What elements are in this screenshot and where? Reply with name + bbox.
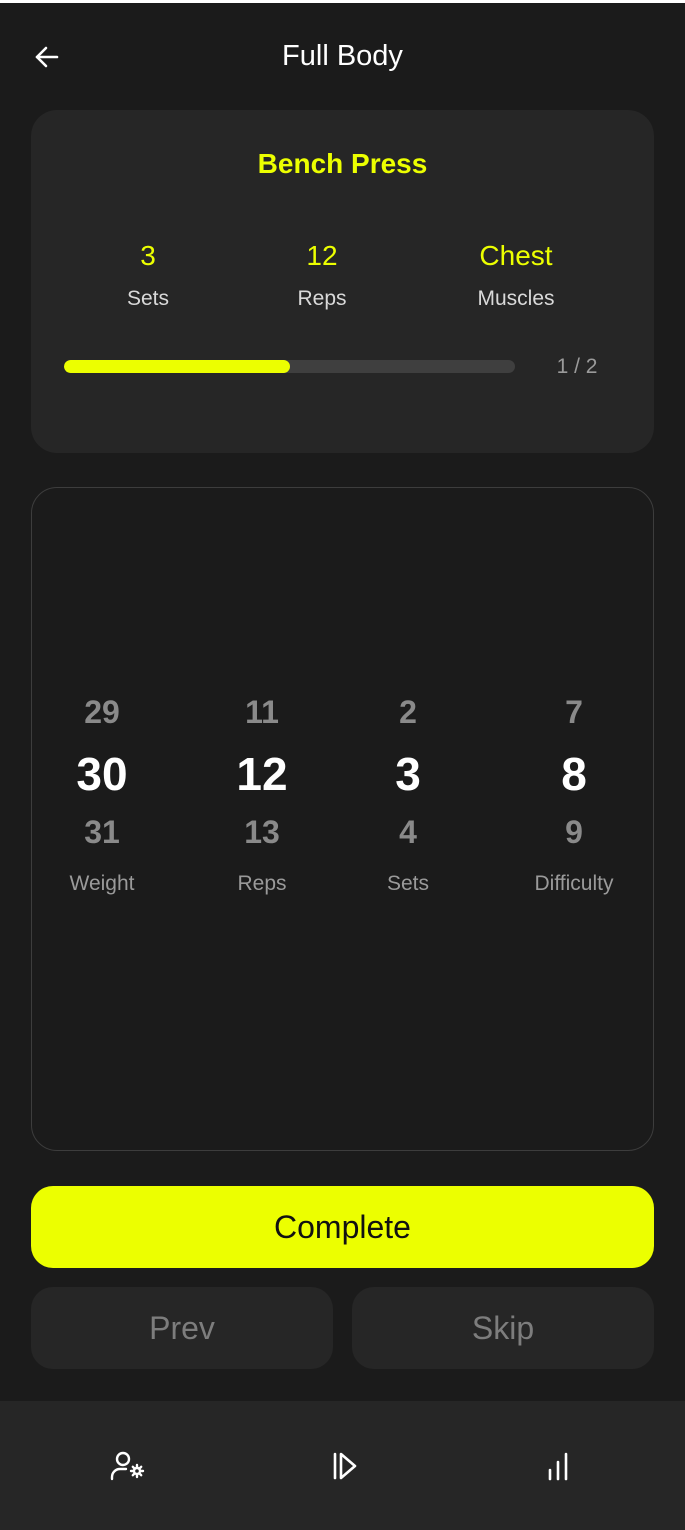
picker-wheel-sets[interactable]: 2 3 4 Sets: [328, 690, 488, 896]
wheel-label: Reps: [237, 872, 287, 895]
stat-label: Sets: [126, 287, 170, 310]
app-root: Full Body Bench Press 3 Sets 12 Reps Che…: [0, 0, 685, 1530]
bottom-nav: [0, 1401, 685, 1530]
wheel-next-value[interactable]: 4: [328, 810, 488, 854]
nav-workout-play[interactable]: [318, 1441, 368, 1491]
nav-stats[interactable]: [533, 1441, 583, 1491]
bar-chart-icon: [538, 1446, 578, 1486]
stat-value: Chest: [479, 240, 553, 271]
stat-sets: 3 Sets: [58, 238, 238, 312]
complete-button[interactable]: Complete: [31, 1186, 654, 1268]
picker-wheel-weight[interactable]: 29 30 31 Weight: [22, 690, 182, 896]
header: Full Body: [0, 0, 685, 115]
wheel-label: Difficulty: [534, 872, 614, 895]
play-skip-icon: [323, 1446, 363, 1486]
picker-wheel-difficulty[interactable]: 7 8 9 Difficulty: [494, 690, 654, 896]
skip-button[interactable]: Skip: [352, 1287, 654, 1369]
wheel-label: Sets: [386, 872, 430, 895]
wheel-current-value[interactable]: 3: [328, 734, 488, 814]
stat-label: Muscles: [477, 287, 555, 310]
stat-value: 12: [306, 240, 338, 271]
wheel-prev-value[interactable]: 7: [494, 690, 654, 734]
wheel-prev-value[interactable]: 29: [22, 690, 182, 734]
wheel-prev-value[interactable]: 11: [182, 690, 342, 734]
wheel-label: Weight: [69, 872, 135, 895]
picker-wheel-reps[interactable]: 11 12 13 Reps: [182, 690, 342, 896]
page-title: Full Body: [282, 40, 403, 72]
wheel-current-value[interactable]: 8: [494, 734, 654, 814]
progress-fill: [64, 360, 290, 373]
wheel-prev-value[interactable]: 2: [328, 690, 488, 734]
progress-text: 1 / 2: [556, 355, 598, 378]
stat-value: 3: [140, 240, 156, 271]
user-settings-icon: [107, 1446, 147, 1486]
nav-profile-settings[interactable]: [102, 1441, 152, 1491]
stat-label: Reps: [297, 287, 347, 310]
wheel-current-value[interactable]: 30: [22, 734, 182, 814]
prev-button[interactable]: Prev: [31, 1287, 333, 1369]
stat-reps: 12 Reps: [232, 238, 412, 312]
exercise-name: Bench Press: [257, 148, 428, 179]
stat-muscles: Chest Muscles: [426, 238, 606, 312]
wheel-next-value[interactable]: 9: [494, 810, 654, 854]
wheel-next-value[interactable]: 13: [182, 810, 342, 854]
progress-bar: [64, 360, 515, 373]
wheel-current-value[interactable]: 12: [182, 734, 342, 814]
wheel-next-value[interactable]: 31: [22, 810, 182, 854]
